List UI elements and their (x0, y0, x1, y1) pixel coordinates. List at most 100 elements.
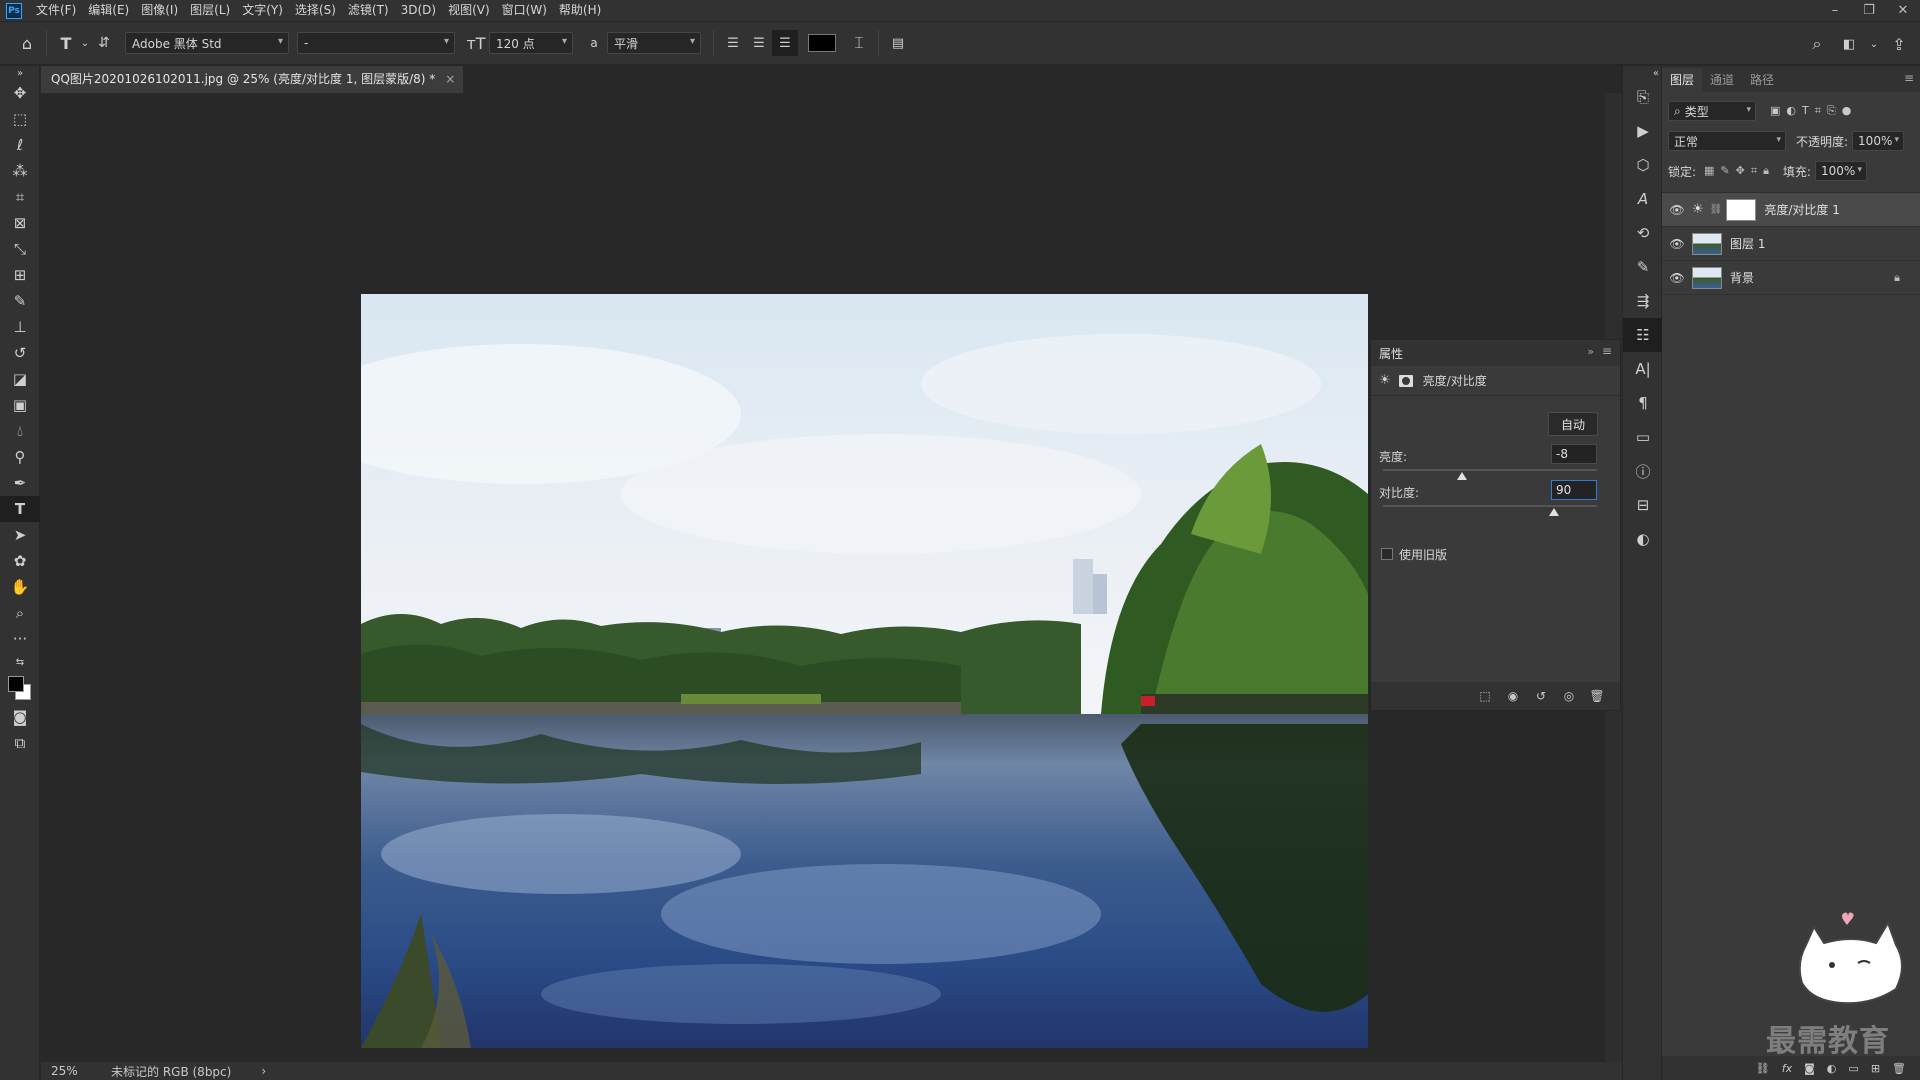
font-size-select[interactable]: 120 点 ▾ (489, 32, 573, 54)
move-tool-icon[interactable]: ✥ (0, 80, 40, 106)
antialias-select[interactable]: 平滑 ▾ (607, 32, 701, 54)
visibility-eye-icon[interactable]: ◎ (1560, 687, 1578, 705)
actions-play-icon[interactable]: ▶ (1623, 114, 1663, 148)
add-mask-icon[interactable]: ◙ (1804, 1062, 1815, 1075)
link-layers-icon[interactable]: ⛓︎ (1756, 1062, 1770, 1075)
blend-mode-select[interactable]: 正常 ▾ (1668, 131, 1786, 151)
info-icon[interactable]: ⓘ (1623, 454, 1663, 488)
zoom-level[interactable]: 25% (41, 1064, 101, 1078)
eraser-tool-icon[interactable]: ◪ (0, 366, 40, 392)
layer-row[interactable]: 👁︎ ☀ ⛓︎ 亮度/对比度 1 (1662, 193, 1920, 227)
text-tool-preset-icon[interactable]: T (53, 30, 79, 56)
font-family-select[interactable]: Adobe 黑体 Std ▾ (125, 32, 289, 54)
tab-channels[interactable]: 通道 (1702, 68, 1742, 92)
lock-options-icon[interactable]: ▦✎✥⌗🔒︎ (1704, 164, 1775, 178)
collapse-panels-icon[interactable]: « (1623, 66, 1663, 80)
menu-layer[interactable]: 图层(L) (184, 0, 236, 21)
warp-text-icon[interactable]: ⌶ (846, 30, 872, 56)
layer-row[interactable]: 👁︎ 图层 1 (1662, 227, 1920, 261)
new-adjustment-icon[interactable]: ◐ (1827, 1062, 1837, 1075)
swatches-icon[interactable]: ⊟ (1623, 488, 1663, 522)
search-icon[interactable]: ⌕ (1804, 31, 1830, 57)
contrast-input[interactable]: 90 (1551, 480, 1597, 500)
filter-kind-select[interactable]: ⌕ 类型 ▾ (1668, 101, 1756, 121)
align-right-icon[interactable]: ☰ (772, 30, 798, 56)
foreground-color-swatch[interactable] (8, 676, 24, 692)
shape-tool-icon[interactable]: ✿ (0, 548, 40, 574)
menu-image[interactable]: 图像(I) (135, 0, 184, 21)
reset-icon[interactable]: ↺ (1532, 687, 1550, 705)
3d-icon[interactable]: ⬡ (1623, 148, 1663, 182)
gradient-tool-icon[interactable]: ▣ (0, 392, 40, 418)
frame-tool-icon[interactable]: ⊠ (0, 210, 40, 236)
lock-icon[interactable]: 🔒︎ (1894, 271, 1900, 285)
shape-filter-icon[interactable]: ⌗ (1815, 104, 1821, 118)
zoom-tool-icon[interactable]: ⌕ (0, 600, 40, 626)
glyphs-icon[interactable]: A (1623, 182, 1663, 216)
menu-type[interactable]: 文字(Y) (236, 0, 289, 21)
menu-filter[interactable]: 滤镜(T) (342, 0, 395, 21)
marquee-tool-icon[interactable]: ⬚ (0, 106, 40, 132)
magic-wand-tool-icon[interactable]: ⁂ (0, 158, 40, 184)
menu-window[interactable]: 窗口(W) (496, 0, 553, 21)
clone-stamp-tool-icon[interactable]: ⊥ (0, 314, 40, 340)
document-tab[interactable]: QQ图片20201026102011.jpg @ 25% (亮度/对比度 1, … (41, 66, 464, 93)
dodge-tool-icon[interactable]: ⚲ (0, 444, 40, 470)
measurement-icon[interactable]: ▭ (1623, 420, 1663, 454)
align-center-icon[interactable]: ☰ (746, 30, 772, 56)
fill-input[interactable]: 100% ▾ (1814, 161, 1867, 181)
filter-toggle-icon[interactable]: ● (1842, 104, 1852, 118)
swap-colors-icon[interactable]: ⇆ (0, 652, 40, 672)
brightness-slider[interactable] (1383, 469, 1597, 471)
chevron-right-icon[interactable]: › (261, 1064, 266, 1078)
use-legacy-checkbox[interactable] (1381, 548, 1393, 560)
view-previous-state-icon[interactable]: ◉ (1504, 687, 1522, 705)
clip-to-layer-icon[interactable]: ⬚ (1476, 687, 1494, 705)
delete-icon[interactable]: 🗑︎ (1892, 1062, 1906, 1075)
panel-menu-icon[interactable]: ≡ (1904, 71, 1914, 85)
workspace-icon[interactable]: ◧ (1836, 31, 1862, 57)
text-color-swatch[interactable] (808, 34, 836, 52)
document-image[interactable] (361, 294, 1368, 1048)
adjustment-filter-icon[interactable]: ◐ (1786, 104, 1796, 118)
layer-mask-icon[interactable] (1398, 374, 1413, 387)
brightness-contrast-icon[interactable]: ☀ (1379, 373, 1391, 388)
menu-help[interactable]: 帮助(H) (553, 0, 607, 21)
brightness-input[interactable]: -8 (1551, 444, 1597, 464)
minimize-icon[interactable]: – (1818, 0, 1852, 21)
brightness-slider-thumb[interactable] (1457, 472, 1468, 480)
screen-mode-icon[interactable]: ⧉ (0, 730, 40, 756)
spot-healing-tool-icon[interactable]: ⊞ (0, 262, 40, 288)
properties-icon[interactable]: ☷ (1623, 318, 1663, 352)
pen-tool-icon[interactable]: ✒ (0, 470, 40, 496)
pixel-filter-icon[interactable]: ▣ (1770, 104, 1780, 118)
layer-mask-thumbnail[interactable] (1726, 198, 1757, 221)
character-panel-icon[interactable]: ▤ (885, 30, 911, 56)
close-window-icon[interactable]: ✕ (1886, 0, 1920, 21)
menu-view[interactable]: 视图(V) (442, 0, 496, 21)
smart-object-filter-icon[interactable]: ⎘ (1827, 104, 1836, 118)
align-left-icon[interactable]: ☰ (720, 30, 746, 56)
lasso-tool-icon[interactable]: ℓ (0, 132, 40, 158)
crop-tool-icon[interactable]: ⌗ (0, 184, 40, 210)
opacity-input[interactable]: 100% ▾ (1852, 131, 1905, 151)
layer-row[interactable]: 👁︎ 背景 🔒︎ (1662, 261, 1920, 295)
new-layer-icon[interactable]: ⊞ (1871, 1062, 1880, 1075)
restore-icon[interactable]: ❐ (1852, 0, 1886, 21)
type-tool-icon[interactable]: T (0, 496, 40, 522)
home-icon[interactable]: ⌂ (14, 30, 40, 56)
brush-tool-icon[interactable]: ✎ (0, 288, 40, 314)
font-style-select[interactable]: - ▾ (297, 32, 455, 54)
blur-tool-icon[interactable]: 💧︎ (0, 418, 40, 444)
toggle-text-orientation-icon[interactable]: ⇵ (91, 30, 117, 56)
tab-layers[interactable]: 图层 (1662, 68, 1703, 92)
hand-tool-icon[interactable]: ✋ (0, 574, 40, 600)
character-icon[interactable]: A| (1623, 352, 1663, 386)
history-icon[interactable]: ⎘ (1623, 80, 1663, 114)
fx-icon[interactable]: fx (1782, 1062, 1792, 1075)
type-filter-icon[interactable]: T (1802, 104, 1809, 118)
chevron-down-icon[interactable]: ⌄ (1868, 31, 1880, 57)
brushes-icon[interactable]: ✎ (1623, 250, 1663, 284)
adjust-icon[interactable]: ⇶ (1623, 284, 1663, 318)
menu-select[interactable]: 选择(S) (289, 0, 342, 21)
